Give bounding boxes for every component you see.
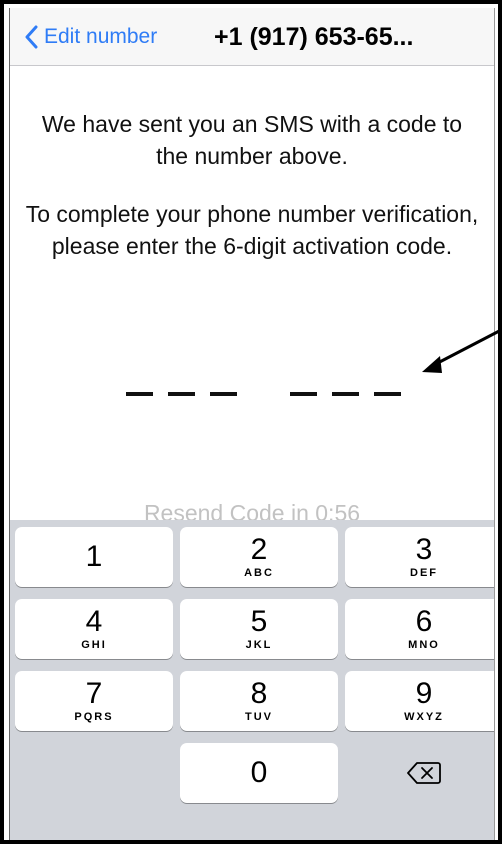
phone-screen: Edit number +1 (917) 653-65... We have s…	[9, 8, 502, 840]
key-digit: 1	[85, 540, 103, 573]
key-digit: 2	[250, 533, 268, 566]
key-letters: ABC	[244, 567, 274, 579]
key-digit: 7	[85, 677, 103, 710]
key-digit: 5	[250, 605, 268, 638]
key-digit: 6	[415, 605, 433, 638]
key-0[interactable]: 0	[180, 743, 338, 803]
key-digit: 3	[415, 533, 433, 566]
code-input[interactable]	[126, 392, 416, 396]
navigation-bar: Edit number +1 (917) 653-65...	[10, 8, 494, 66]
key-2[interactable]: 2 ABC	[180, 527, 338, 587]
code-digit-2	[168, 392, 195, 396]
key-letters: JKL	[245, 639, 273, 651]
key-7[interactable]: 7 PQRS	[15, 671, 173, 731]
code-digit-3	[210, 392, 237, 396]
key-letters: GHI	[81, 639, 107, 651]
key-4[interactable]: 4 GHI	[15, 599, 173, 659]
sms-sent-message: We have sent you an SMS with a code to t…	[41, 111, 463, 169]
phone-number-title: +1 (917) 653-65...	[214, 22, 414, 51]
key-digit: 9	[415, 677, 433, 710]
key-1[interactable]: 1	[15, 527, 173, 587]
key-digit: 0	[250, 756, 268, 789]
key-digit: 4	[85, 605, 103, 638]
backspace-icon	[407, 762, 441, 784]
key-letters: DEF	[410, 567, 438, 579]
code-digit-5	[332, 392, 359, 396]
code-digit-4	[290, 392, 317, 396]
key-5[interactable]: 5 JKL	[180, 599, 338, 659]
key-letters: MNO	[408, 639, 440, 651]
key-letters: TUV	[245, 711, 273, 723]
numeric-keypad: 1 2 ABC 3 DEF 4 GHI 5 JKL 6 MNO 7 PQRS 8…	[10, 520, 494, 840]
key-9[interactable]: 9 WXYZ	[345, 671, 494, 731]
key-8[interactable]: 8 TUV	[180, 671, 338, 731]
key-6[interactable]: 6 MNO	[345, 599, 494, 659]
code-digit-6	[374, 392, 401, 396]
delete-key[interactable]	[345, 743, 494, 803]
screenshot-frame: Edit number +1 (917) 653-65... We have s…	[0, 0, 502, 844]
verification-instruction: To complete your phone number verificati…	[25, 201, 479, 259]
key-3[interactable]: 3 DEF	[345, 527, 494, 587]
pointer-arrow-icon	[422, 327, 502, 373]
chevron-left-icon	[25, 25, 38, 49]
edit-number-back-button[interactable]: Edit number	[24, 22, 157, 52]
key-digit: 8	[250, 677, 268, 710]
code-digit-1	[126, 392, 153, 396]
key-letters: PQRS	[74, 711, 114, 723]
back-label: Edit number	[44, 25, 158, 48]
key-letters: WXYZ	[404, 711, 444, 723]
